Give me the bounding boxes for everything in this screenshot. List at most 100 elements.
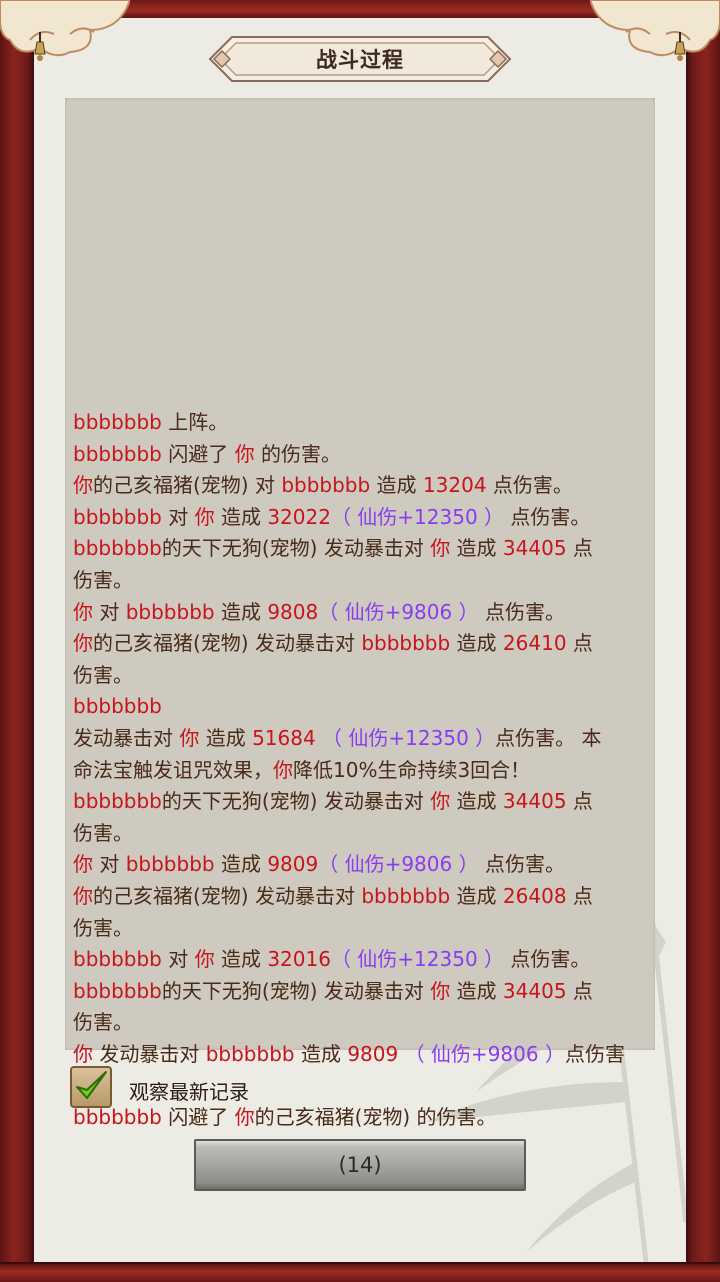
checkmark-icon — [76, 1071, 107, 1099]
title-plate: 战斗过程 — [208, 34, 512, 84]
log-line: 你的己亥福猪(宠物) 发动暴击对 bbbbbbb 造成 26408 点 — [73, 881, 651, 913]
log-segment: 你 — [430, 536, 451, 561]
log-line: 你 对 bbbbbbb 造成 9809（ 仙伤+9806 ） 点伤害。 — [73, 849, 651, 881]
log-segment: bbbbbbb — [73, 441, 162, 466]
log-segment: （ 仙伤+9806 ） — [318, 852, 479, 877]
log-segment: bbbbbbb — [361, 883, 451, 908]
log-segment: 你 — [73, 599, 93, 624]
log-segment: 的天下无狗(宠物) 发动暴击对 — [161, 978, 431, 1003]
cloud-ornament-right — [590, 0, 720, 57]
cloud-ornament-left — [0, 0, 130, 57]
log-segment: 点 — [566, 883, 593, 908]
log-segment: 34405 — [502, 789, 567, 814]
log-segment: 你 — [234, 441, 255, 466]
log-segment: 发动暴击对 — [93, 1041, 206, 1066]
log-segment: 造成 — [214, 504, 268, 529]
log-segment: 造成 — [199, 725, 253, 750]
log-segment: 造成 — [214, 599, 268, 624]
log-segment: 51684 — [252, 725, 316, 750]
log-segment: bbbbbbb — [73, 536, 162, 561]
log-segment: 32022 — [267, 504, 331, 529]
log-segment: 9808 — [267, 599, 319, 624]
log-line: bbbbbbb的天下无狗(宠物) 发动暴击对 你 造成 34405 点 — [73, 533, 651, 565]
log-segment: （ 仙伤+12350 ） — [315, 725, 496, 750]
log-segment: 34405 — [502, 536, 567, 561]
log-segment: 点伤害。 — [486, 473, 573, 498]
log-segment: 造成 — [294, 1041, 348, 1066]
log-line: 你 对 bbbbbbb 造成 9808（ 仙伤+9806 ） 点伤害。 — [73, 597, 651, 629]
log-segment: 造成 — [214, 947, 268, 972]
log-segment: 造成 — [450, 978, 503, 1003]
log-segment: 造成 — [450, 536, 503, 561]
log-line: bbbbbbb 对 你 造成 32016（ 仙伤+12350 ） 点伤害。 — [73, 944, 651, 976]
log-line: 伤害。 — [73, 565, 651, 597]
log-segment: bbbbbbb — [73, 410, 162, 434]
log-segment: bbbbbbb — [125, 599, 215, 624]
log-segment: 造成 — [450, 789, 503, 814]
log-segment: 点伤害 — [564, 1041, 625, 1066]
log-segment: bbbbbbb — [125, 852, 215, 877]
log-segment: 9809 — [347, 1041, 399, 1066]
log-segment: 你 — [194, 504, 215, 529]
log-segment: bbbbbbb — [205, 1041, 295, 1066]
log-line: bbbbbbb 上阵。 — [73, 407, 651, 439]
log-line: 命法宝触发诅咒效果，你降低10%生命持续3回合！ — [73, 755, 651, 787]
log-segment: 你 — [179, 725, 200, 750]
log-segment: 造成 — [214, 852, 268, 877]
log-line: 伤害。 — [73, 660, 651, 692]
log-segment: 的伤害。 — [254, 441, 341, 466]
log-segment: 伤害。 — [73, 1010, 133, 1035]
log-segment: 的己亥福猪(宠物) 发动暴击对 — [93, 631, 362, 656]
log-segment: 造成 — [450, 883, 503, 908]
latest-record-checkbox[interactable] — [70, 1066, 112, 1108]
log-segment: 你 — [73, 852, 93, 877]
log-line: bbbbbbb的天下无狗(宠物) 发动暴击对 你 造成 34405 点 — [73, 786, 651, 818]
log-segment: 对 — [93, 599, 126, 624]
log-segment: 命法宝触发诅咒效果， — [73, 757, 273, 782]
log-segment: 造成 — [450, 631, 503, 656]
log-segment: 你 — [234, 1105, 255, 1130]
log-line: 你的己亥福猪(宠物) 对 bbbbbbb 造成 13204 点伤害。 — [73, 470, 651, 502]
log-segment: 上阵。 — [161, 410, 229, 434]
log-segment: 你 — [73, 631, 93, 656]
log-segment: （ 仙伤+9806 ） — [398, 1041, 565, 1066]
log-segment: 的己亥福猪(宠物) 的伤害。 — [254, 1105, 497, 1130]
log-line: 你 发动暴击对 bbbbbbb 造成 9809 （ 仙伤+9806 ）点伤害 — [73, 1039, 651, 1071]
log-segment: 点 — [566, 789, 593, 814]
log-segment: 点 — [566, 978, 593, 1003]
log-segment: 点伤害。 本 — [495, 725, 602, 750]
log-segment: 13204 — [422, 473, 487, 498]
log-line: 伤害。 — [73, 1007, 651, 1039]
log-segment: 点伤害。 — [504, 947, 591, 972]
log-segment: （ 仙伤+9806 ） — [318, 599, 479, 624]
log-segment: 闪避了 — [161, 1105, 235, 1130]
bell-ornament-left — [34, 32, 46, 61]
log-segment: 点伤害。 — [478, 599, 565, 624]
log-segment: bbbbbbb — [73, 504, 162, 529]
log-segment: 伤害。 — [73, 820, 133, 845]
log-segment: 9809 — [267, 852, 319, 877]
log-segment: 降低10%生命持续3回合！ — [293, 757, 531, 782]
page-title: 战斗过程 — [316, 48, 404, 72]
log-segment: 点 — [566, 631, 593, 656]
log-segment: 34405 — [502, 978, 567, 1003]
bell-ornament-right — [674, 32, 686, 61]
log-segment: 的天下无狗(宠物) 发动暴击对 — [161, 789, 431, 814]
log-line: 你的己亥福猪(宠物) 发动暴击对 bbbbbbb 造成 26410 点 — [73, 628, 651, 660]
log-segment: 点伤害。 — [504, 504, 591, 529]
log-segment: 你 — [430, 978, 451, 1003]
log-segment: 你 — [430, 789, 451, 814]
log-segment: 对 — [161, 504, 195, 529]
log-segment: bbbbbbb — [361, 631, 451, 656]
log-segment: 闪避了 — [161, 441, 235, 466]
log-line: bbbbbbb 对 你 造成 32022（ 仙伤+12350 ） 点伤害。 — [73, 502, 651, 534]
frame-bottom-bar — [0, 1262, 720, 1282]
log-line: 伤害。 — [73, 913, 651, 945]
battle-log-panel[interactable]: bbbbbbb 上阵。 bbbbbbb 闪避了 你 的伤害。 你的己亥福猪(宠物) … — [65, 98, 655, 1129]
log-segment: （ 仙伤+12350 ） — [330, 947, 505, 972]
log-segment: 26410 — [502, 631, 567, 656]
log-segment: 对 — [161, 947, 195, 972]
count-button[interactable]: (14) — [194, 1139, 526, 1191]
log-segment: 对 — [93, 852, 126, 877]
log-segment: 你 — [73, 473, 93, 498]
